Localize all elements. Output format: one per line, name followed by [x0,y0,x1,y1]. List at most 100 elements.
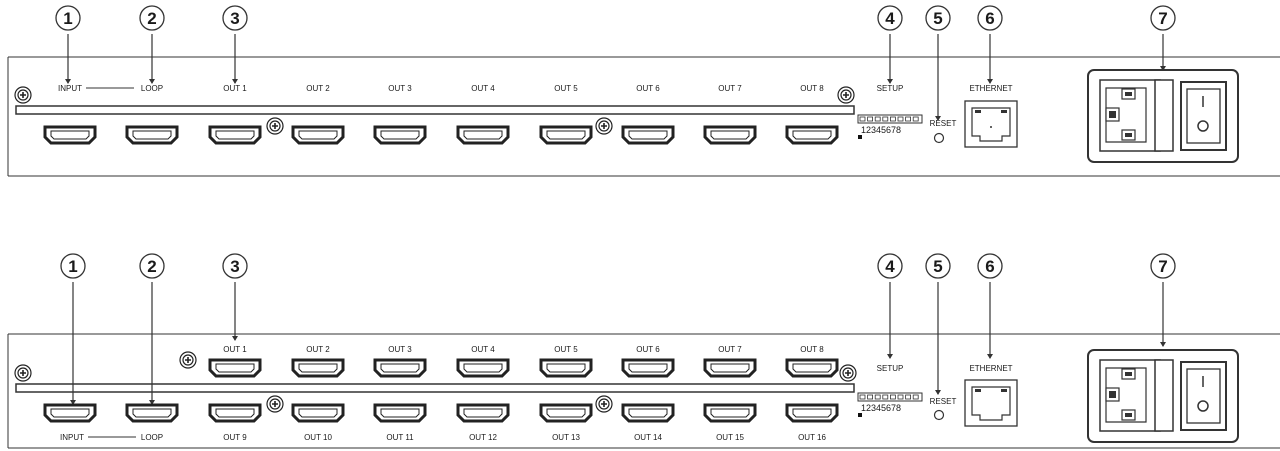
callout-3: 3 [222,253,248,279]
reset-label: RESET [930,397,957,406]
dip-switch-cell [890,394,896,400]
output-label: OUT 7 [718,345,742,354]
callout-7: 7 [1150,5,1176,31]
svg-text:1: 1 [68,257,77,276]
dip-switch-cell [905,116,911,122]
hdmi-loop-port [125,403,179,423]
hdmi-output-port [539,358,593,378]
dip-switch-cell [882,116,889,122]
screw-icon [266,117,284,135]
panel-top: 1 2 3 4 5 6 7 INPUT LOOP OUT 1 OUT 2 OUT 3… [7,5,1280,177]
svg-text:7: 7 [1158,257,1167,276]
callout-7: 7 [1150,253,1176,279]
hdmi-output-port [703,125,757,145]
hdmi-output-port [621,125,675,145]
dip-switch-cell [897,116,904,122]
dip-numbers: 12345678 [861,403,901,413]
svg-text:2: 2 [147,257,156,276]
hdmi-ports [43,125,839,145]
output-label: OUT 4 [471,84,495,93]
output-label: OUT 2 [306,84,330,93]
screw-icon [595,395,613,413]
hdmi-output-port [291,125,345,145]
dip-numbers: 12345678 [861,125,901,135]
output-label: OUT 3 [388,345,412,354]
screw-icon [179,351,197,369]
svg-text:6: 6 [985,9,994,28]
screw-icon [839,364,857,382]
hdmi-output-port [208,358,262,378]
hdmi-output-port [621,403,675,423]
setup-dip-switch: 12345678 [857,114,923,139]
screw-icon [14,86,32,104]
reset-button [933,132,945,144]
ethernet-label: ETHERNET [969,84,1012,93]
output-label: OUT 8 [800,345,824,354]
output-label: OUT 15 [716,433,744,442]
output-label: OUT 3 [388,84,412,93]
dip-switch-cell [890,116,896,122]
dip-switch-cell [912,394,919,400]
ethernet-label: ETHERNET [969,364,1012,373]
output-label: OUT 9 [223,433,247,442]
output-labels-lower: OUT 9 OUT 10 OUT 11 OUT 12 OUT 13 OUT 14 OUT 1… [223,433,826,442]
callout-5: 5 [925,253,951,279]
hdmi-output-port [703,403,757,423]
callout-1: 1 [55,5,81,31]
hdmi-output-port [373,125,427,145]
hdmi-output-port [785,403,839,423]
svg-text:5: 5 [933,9,942,28]
hdmi-output-port [208,125,262,145]
setup-dip-switch: 12345678 [857,392,923,417]
dip-switch-cell [867,116,873,122]
hdmi-output-port [621,358,675,378]
dip-switch-cell [859,116,866,122]
hdmi-loop-port [125,125,179,145]
svg-text:7: 7 [1158,9,1167,28]
svg-text:3: 3 [230,9,239,28]
ethernet-port [964,100,1018,148]
hdmi-output-port [456,403,510,423]
bracket [15,383,855,393]
hdmi-input-port [43,125,97,145]
svg-text:4: 4 [885,257,895,276]
hdmi-output-port [456,125,510,145]
output-label: OUT 7 [718,84,742,93]
hdmi-output-port [539,125,593,145]
output-label: OUT 6 [636,345,660,354]
output-label: OUT 1 [223,84,247,93]
output-label: OUT 16 [798,433,826,442]
callout-3: 3 [222,5,248,31]
screw-icon [266,395,284,413]
screw-icon [837,86,855,104]
output-label: OUT 1 [223,345,247,354]
callouts-bottom: 1 2 3 4 5 6 7 [60,253,1176,279]
dip-switch-cell [874,116,881,122]
hdmi-output-port [539,403,593,423]
output-label: OUT 5 [554,345,578,354]
loop-label: LOOP [141,433,163,442]
callout-6: 6 [977,253,1003,279]
dip-switch-cell [912,116,919,122]
dip-switch-cell [897,394,904,400]
panel-bottom: 1 2 3 4 5 6 7 INPUT LOOP OUT 1 OUT 2 OUT 3… [7,253,1280,449]
hdmi-input-port [43,403,97,423]
output-label: OUT 13 [552,433,580,442]
output-label: OUT 2 [306,345,330,354]
output-label: OUT 4 [471,345,495,354]
hdmi-output-port [291,358,345,378]
callout-6: 6 [977,5,1003,31]
output-label: OUT 14 [634,433,662,442]
dip-switch-cell [874,394,881,400]
hdmi-output-port [291,403,345,423]
setup-label: SETUP [877,84,904,93]
svg-text:4: 4 [885,9,895,28]
ethernet-port [964,379,1018,427]
setup-label: SETUP [877,364,904,373]
output-label: OUT 10 [304,433,332,442]
screw-icon [595,117,613,135]
input-label: INPUT [58,84,82,93]
hdmi-output-port [373,358,427,378]
dip-switch-cell [882,394,889,400]
hdmi-output-port [208,403,262,423]
